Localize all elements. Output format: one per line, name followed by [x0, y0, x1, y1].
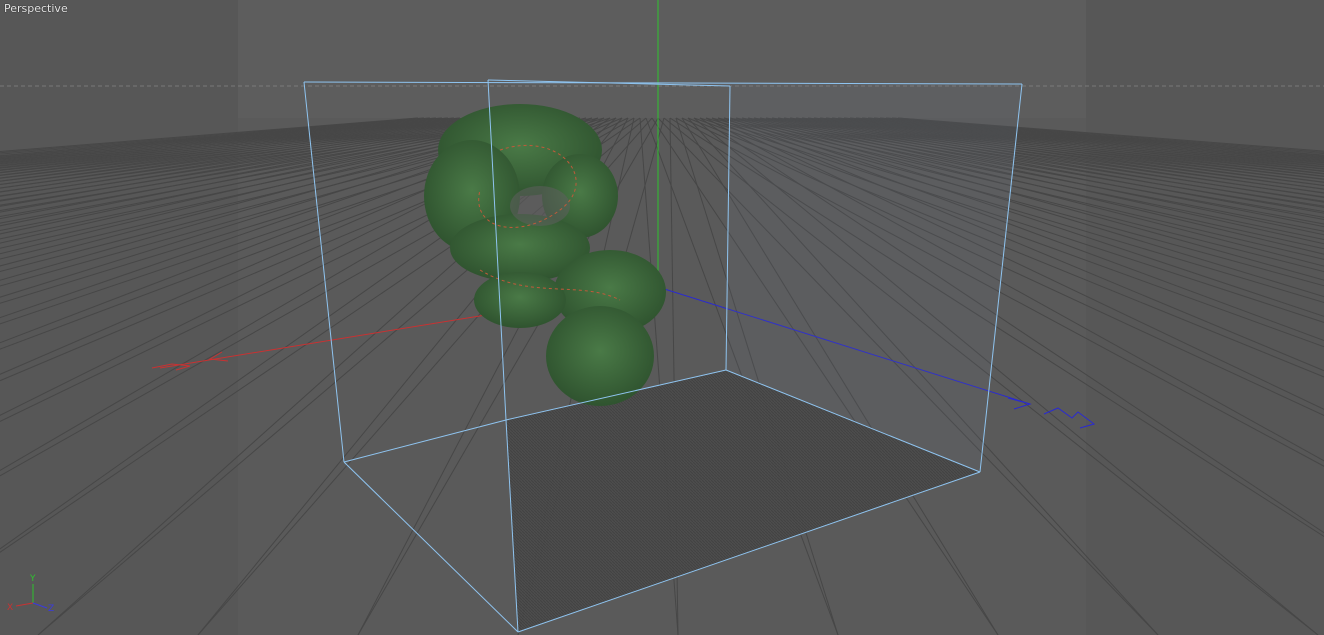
axis-label-y: Y	[29, 574, 36, 584]
viewport-name-label[interactable]: Perspective	[4, 2, 68, 15]
z-axis-arrow	[1007, 397, 1032, 410]
viewport-canvas[interactable]: Y X Z	[0, 0, 1324, 635]
axis-label-x: X	[7, 603, 13, 613]
shade-band-right	[1086, 0, 1324, 635]
shade-band-left	[0, 0, 238, 635]
tree-foliage	[424, 104, 666, 406]
3d-viewport[interactable]: Y X Z Perspective	[0, 0, 1324, 635]
axis-label-z: Z	[48, 604, 54, 614]
